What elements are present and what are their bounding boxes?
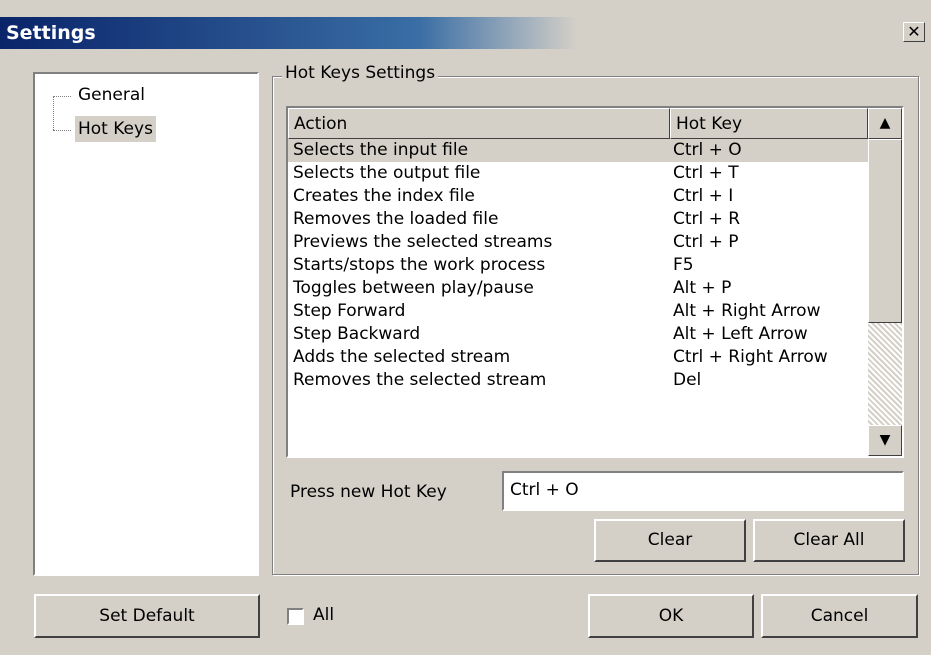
title-bar[interactable]: Settings ✕ — [0, 17, 931, 49]
new-hot-key-label: Press new Hot Key — [290, 482, 447, 502]
table-row[interactable]: Selects the input file Ctrl + O — [288, 139, 868, 162]
all-checkbox-label[interactable]: All — [313, 605, 334, 625]
cancel-button[interactable]: Cancel — [761, 594, 918, 638]
table-row[interactable]: Step Forward Alt + Right Arrow — [288, 300, 868, 323]
set-default-button[interactable]: Set Default — [34, 594, 260, 638]
hot-key-cell: Ctrl + P — [673, 232, 739, 252]
hot-key-cell: F5 — [673, 255, 694, 275]
table-row[interactable]: Removes the selected stream Del — [288, 369, 868, 392]
tree-item-hot-keys[interactable]: Hot Keys — [75, 116, 156, 142]
scroll-thumb[interactable] — [868, 139, 902, 323]
column-header-action[interactable]: Action — [288, 108, 670, 139]
clear-button[interactable]: Clear — [594, 519, 746, 562]
action-cell: Removes the selected stream — [293, 370, 547, 390]
settings-tree: General Hot Keys — [33, 72, 259, 576]
hot-key-cell: Alt + Left Arrow — [673, 324, 808, 344]
hot-keys-group-title: Hot Keys Settings — [282, 63, 439, 83]
arrow-up-icon: ▲ — [879, 115, 891, 131]
action-cell: Step Forward — [293, 301, 406, 321]
vertical-scrollbar[interactable]: ▲ ▼ — [868, 108, 902, 456]
hot-keys-list[interactable]: Action Hot Key Selects the input file Ctr… — [286, 106, 904, 458]
table-row[interactable]: Step Backward Alt + Left Arrow — [288, 323, 868, 346]
hot-key-cell: Ctrl + T — [673, 163, 739, 183]
scroll-down-button[interactable]: ▼ — [868, 425, 902, 456]
table-row[interactable]: Toggles between play/pause Alt + P — [288, 277, 868, 300]
action-cell: Selects the input file — [293, 140, 469, 160]
action-cell: Adds the selected stream — [293, 347, 511, 367]
action-cell: Step Backward — [293, 324, 421, 344]
action-cell: Toggles between play/pause — [293, 278, 534, 298]
hot-key-cell: Ctrl + O — [673, 140, 742, 160]
tree-connector-line — [53, 130, 71, 131]
list-rows: Selects the input file Ctrl + O Selects th… — [288, 139, 868, 392]
action-cell: Previews the selected streams — [293, 232, 553, 252]
table-row[interactable]: Adds the selected stream Ctrl + Right Arr… — [288, 346, 868, 369]
close-button[interactable]: ✕ — [903, 22, 925, 42]
table-row[interactable]: Selects the output file Ctrl + T — [288, 162, 868, 185]
hot-key-cell: Ctrl + Right Arrow — [673, 347, 828, 367]
list-header: Action Hot Key — [288, 108, 868, 139]
settings-dialog: Settings ✕ General Hot Keys Hot Keys Set… — [0, 0, 931, 655]
table-row[interactable]: Starts/stops the work process F5 — [288, 254, 868, 277]
action-cell: Starts/stops the work process — [293, 255, 546, 275]
hot-key-cell: Ctrl + R — [673, 209, 741, 229]
hot-key-cell: Alt + P — [673, 278, 732, 298]
hot-key-cell: Del — [673, 370, 702, 390]
new-hot-key-input[interactable]: Ctrl + O — [502, 471, 904, 511]
action-cell: Creates the index file — [293, 186, 475, 206]
action-cell: Selects the output file — [293, 163, 481, 183]
ok-button[interactable]: OK — [588, 594, 754, 638]
arrow-down-icon: ▼ — [879, 432, 891, 448]
table-row[interactable]: Previews the selected streams Ctrl + P — [288, 231, 868, 254]
hot-key-cell: Alt + Right Arrow — [673, 301, 821, 321]
tree-item-general[interactable]: General — [75, 82, 148, 108]
close-icon: ✕ — [907, 22, 921, 41]
table-row[interactable]: Removes the loaded file Ctrl + R — [288, 208, 868, 231]
table-row[interactable]: Creates the index file Ctrl + I — [288, 185, 868, 208]
clear-all-button[interactable]: Clear All — [753, 519, 905, 562]
column-header-hot-key[interactable]: Hot Key — [670, 108, 868, 139]
hot-key-cell: Ctrl + I — [673, 186, 734, 206]
action-cell: Removes the loaded file — [293, 209, 499, 229]
scroll-up-button[interactable]: ▲ — [868, 108, 902, 139]
tree-connector-line — [53, 96, 71, 97]
window-title: Settings — [6, 22, 96, 44]
tree-connector-line — [53, 96, 54, 130]
all-checkbox[interactable] — [287, 608, 304, 625]
